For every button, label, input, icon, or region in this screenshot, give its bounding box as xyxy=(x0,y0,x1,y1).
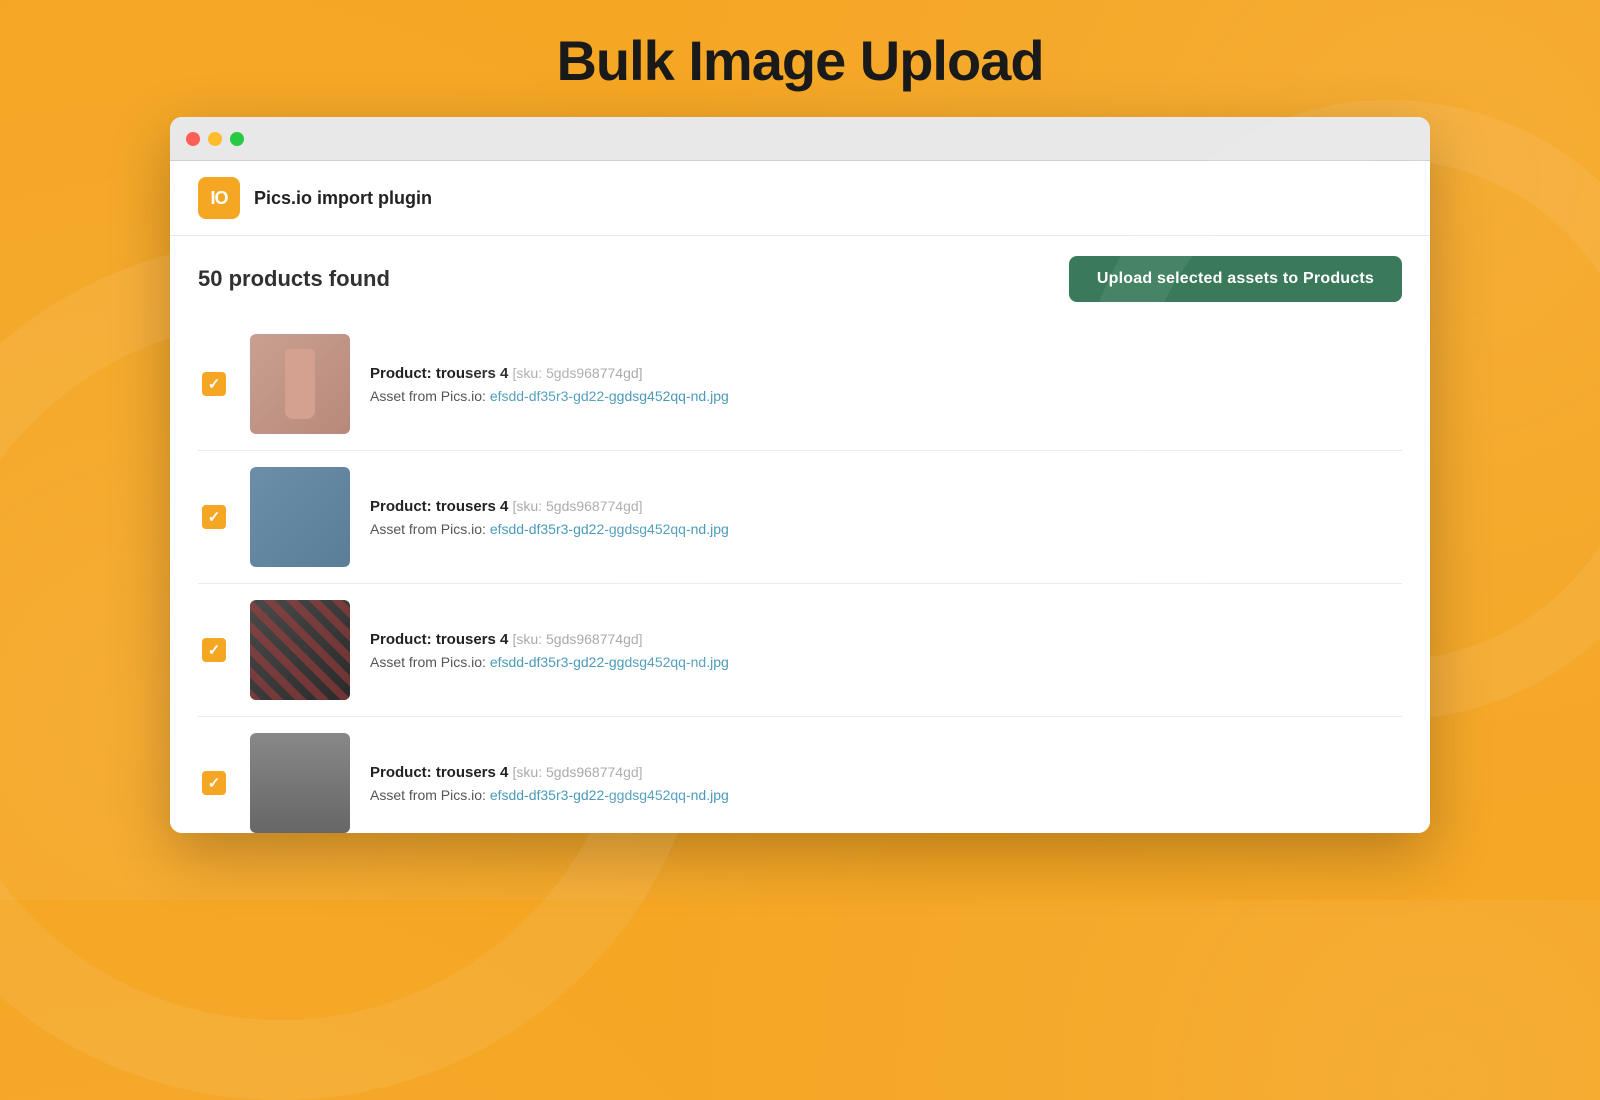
checkbox-area-3[interactable]: ✓ xyxy=(198,638,230,662)
asset-line-3: Asset from Pics.io: efsdd-df35r3-gd22-gg… xyxy=(370,654,1402,670)
product-list: ✓ Product: trousers 4 [sku: 5gds968774gd… xyxy=(170,318,1430,833)
product-row: ✓ Product: trousers 4 [sku: 5gds968774gd… xyxy=(198,717,1402,833)
product-info-3: Product: trousers 4 [sku: 5gds968774gd] … xyxy=(370,631,1402,670)
minimize-dot[interactable] xyxy=(208,132,222,146)
maximize-dot[interactable] xyxy=(230,132,244,146)
product-thumbnail-1 xyxy=(250,334,350,434)
upload-selected-button[interactable]: Upload selected assets to Products xyxy=(1069,256,1402,302)
logo-icon: IO xyxy=(198,177,240,219)
checkbox-checked-3[interactable]: ✓ xyxy=(202,638,226,662)
product-thumbnail-4 xyxy=(250,733,350,833)
checkbox-checked-1[interactable]: ✓ xyxy=(202,372,226,396)
checkbox-checked-4[interactable]: ✓ xyxy=(202,771,226,795)
product-sku-3: [sku: 5gds968774gd] xyxy=(513,631,643,647)
product-sku-2: [sku: 5gds968774gd] xyxy=(513,498,643,514)
asset-link-2[interactable]: efsdd-df35r3-gd22-ggdsg452qq-nd.jpg xyxy=(490,521,729,537)
product-name-4: Product: trousers 4 [sku: 5gds968774gd] xyxy=(370,764,1402,781)
asset-line-1: Asset from Pics.io: efsdd-df35r3-gd22-gg… xyxy=(370,388,1402,404)
product-sku-1: [sku: 5gds968774gd] xyxy=(513,365,643,381)
plugin-header: IO Pics.io import plugin xyxy=(170,161,1430,236)
close-dot[interactable] xyxy=(186,132,200,146)
product-info-1: Product: trousers 4 [sku: 5gds968774gd] … xyxy=(370,365,1402,404)
product-sku-4: [sku: 5gds968774gd] xyxy=(513,764,643,780)
asset-link-1[interactable]: efsdd-df35r3-gd22-ggdsg452qq-nd.jpg xyxy=(490,388,729,404)
product-name-3: Product: trousers 4 [sku: 5gds968774gd] xyxy=(370,631,1402,648)
product-info-2: Product: trousers 4 [sku: 5gds968774gd] … xyxy=(370,498,1402,537)
toolbar: 50 products found Upload selected assets… xyxy=(170,236,1430,318)
product-row: ✓ Product: trousers 4 [sku: 5gds968774gd… xyxy=(198,451,1402,584)
asset-link-3[interactable]: efsdd-df35r3-gd22-ggdsg452qq-nd.jpg xyxy=(490,654,729,670)
product-name-2: Product: trousers 4 [sku: 5gds968774gd] xyxy=(370,498,1402,515)
main-content: IO Pics.io import plugin 50 products fou… xyxy=(170,161,1430,833)
checkbox-checked-2[interactable]: ✓ xyxy=(202,505,226,529)
product-thumbnail-3 xyxy=(250,600,350,700)
checkbox-area-2[interactable]: ✓ xyxy=(198,505,230,529)
checkbox-area-1[interactable]: ✓ xyxy=(198,372,230,396)
plugin-title: Pics.io import plugin xyxy=(254,188,432,209)
page-title: Bulk Image Upload xyxy=(556,28,1043,93)
products-found-label: 50 products found xyxy=(198,266,390,292)
asset-line-2: Asset from Pics.io: efsdd-df35r3-gd22-gg… xyxy=(370,521,1402,537)
app-window: IO Pics.io import plugin 50 products fou… xyxy=(170,117,1430,833)
product-row: ✓ Product: trousers 4 [sku: 5gds968774gd… xyxy=(198,318,1402,451)
titlebar xyxy=(170,117,1430,161)
product-name-1: Product: trousers 4 [sku: 5gds968774gd] xyxy=(370,365,1402,382)
product-info-4: Product: trousers 4 [sku: 5gds968774gd] … xyxy=(370,764,1402,803)
checkbox-area-4[interactable]: ✓ xyxy=(198,771,230,795)
product-thumbnail-2 xyxy=(250,467,350,567)
asset-link-4[interactable]: efsdd-df35r3-gd22-ggdsg452qq-nd.jpg xyxy=(490,787,729,803)
asset-line-4: Asset from Pics.io: efsdd-df35r3-gd22-gg… xyxy=(370,787,1402,803)
product-row: ✓ Product: trousers 4 [sku: 5gds968774gd… xyxy=(198,584,1402,717)
